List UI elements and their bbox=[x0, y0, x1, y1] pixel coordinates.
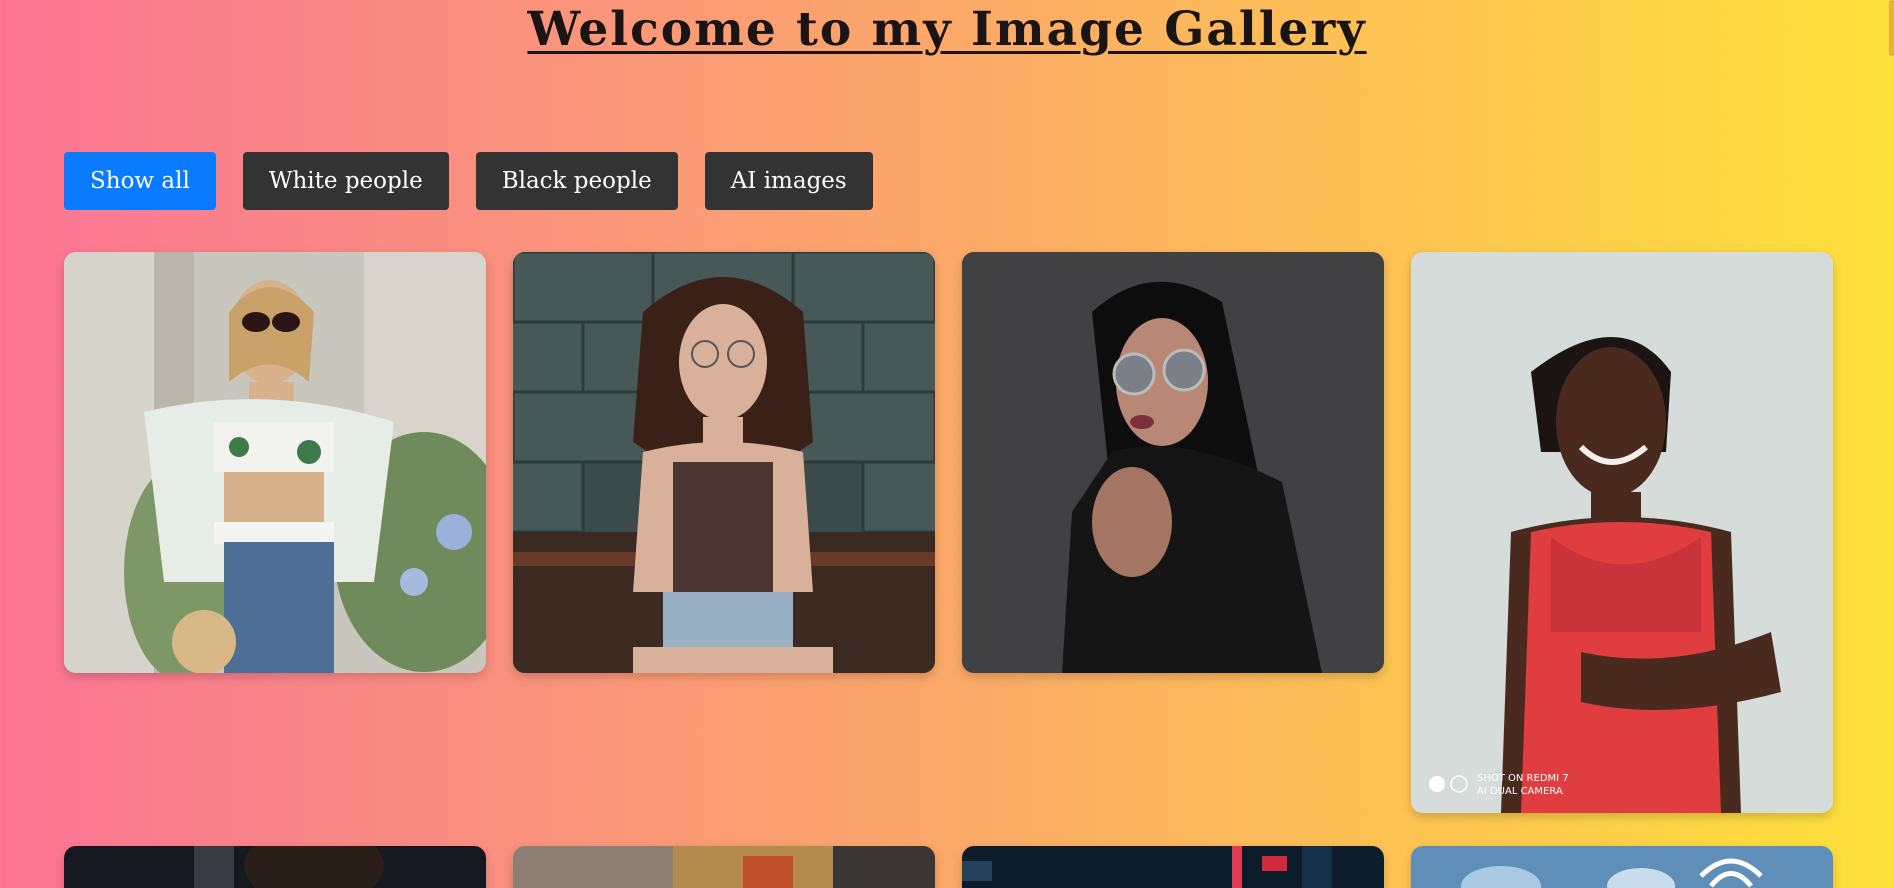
page-title: Welcome to my Image Gallery bbox=[527, 2, 1367, 57]
gallery-image-3[interactable] bbox=[962, 252, 1384, 673]
gallery-image-4[interactable]: SHOT ON REDMI 7 AI DUAL CAMERA bbox=[1411, 252, 1833, 813]
watermark-line-2: AI DUAL CAMERA bbox=[1477, 786, 1563, 797]
gallery-image-1[interactable] bbox=[64, 252, 486, 673]
gallery-image-6[interactable] bbox=[513, 846, 935, 888]
filter-show-all-button[interactable]: Show all bbox=[64, 152, 216, 210]
gallery-image-5[interactable] bbox=[64, 846, 486, 888]
filter-bar: Show all White people Black people AI im… bbox=[64, 152, 873, 210]
gallery-image-2[interactable] bbox=[513, 252, 935, 673]
gallery-image-8[interactable] bbox=[1411, 846, 1833, 888]
watermark-line-1: SHOT ON REDMI 7 bbox=[1477, 773, 1569, 784]
filter-white-people-button[interactable]: White people bbox=[242, 152, 449, 210]
filter-ai-images-button[interactable]: AI images bbox=[704, 152, 873, 210]
gallery-image-7[interactable] bbox=[962, 846, 1384, 888]
filter-black-people-button[interactable]: Black people bbox=[475, 152, 678, 210]
scrollbar-thumb[interactable] bbox=[1889, 0, 1894, 56]
